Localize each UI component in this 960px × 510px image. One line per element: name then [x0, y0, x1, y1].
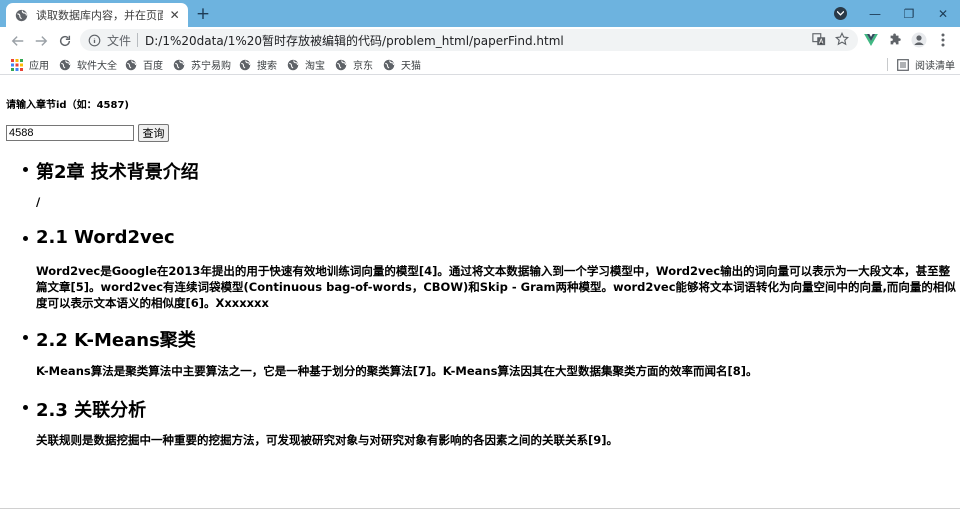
reload-button[interactable]: [55, 31, 75, 51]
address-bar[interactable]: 文件 D:/1%20data/1%20暂时存放被编辑的代码/problem_ht…: [80, 29, 858, 51]
arrow-right-icon: [35, 36, 48, 46]
bookmark-label: 搜索: [257, 61, 277, 72]
bookmark-taobao[interactable]: 淘宝: [287, 57, 325, 72]
minimize-button[interactable]: —: [858, 0, 892, 27]
reload-icon: [59, 35, 71, 47]
chapter-id-input[interactable]: [6, 125, 134, 141]
section-heading: 2.2 K-Means聚类: [23, 326, 196, 352]
page-content: 请输入章节id（如：4587) 查询 第2章 技术背景介绍 / 2.1 Word…: [0, 76, 960, 510]
browser-titlebar: 读取数据库内容，并在页面渲染 ✕ + — ❐ ✕: [0, 0, 960, 27]
translate-icon[interactable]: [810, 30, 828, 48]
browser-toolbar: 文件 D:/1%20data/1%20暂时存放被编辑的代码/problem_ht…: [0, 27, 960, 54]
bookmark-search[interactable]: 搜索: [239, 57, 277, 72]
list-bullet: [23, 167, 28, 172]
globe-icon: [383, 59, 395, 71]
bookmark-label: 百度: [143, 61, 163, 72]
kebab-menu-icon[interactable]: [934, 31, 952, 49]
bookmark-label: 天猫: [401, 61, 421, 72]
back-button[interactable]: [8, 31, 28, 51]
section-heading-text: 第2章 技术背景介绍: [36, 162, 199, 183]
globe-icon: [125, 59, 137, 71]
bookmarks-divider: [887, 58, 888, 71]
browser-tab[interactable]: 读取数据库内容，并在页面渲染 ✕: [6, 3, 188, 27]
globe-icon: [15, 9, 28, 22]
profile-avatar-icon[interactable]: [910, 31, 928, 49]
vue-devtools-icon[interactable]: [862, 31, 880, 49]
bookmark-apps[interactable]: 应用: [11, 57, 49, 72]
reading-list-label: 阅读清单: [915, 61, 955, 72]
forward-button[interactable]: [31, 31, 51, 51]
list-bullet: [23, 236, 28, 241]
section-heading: 第2章 技术背景介绍: [23, 158, 199, 184]
list-bullet: [23, 335, 28, 340]
bookmark-tmall[interactable]: 天猫: [383, 57, 421, 72]
list-bullet: [23, 405, 28, 410]
chapter-id-prompt: 请输入章节id（如：4587): [6, 100, 129, 111]
bookmark-suning[interactable]: 苏宁易购: [173, 57, 231, 72]
section-heading: 2.3 关联分析: [23, 396, 147, 422]
section-body: K-Means算法是聚类算法中主要算法之一，它是一种基于划分的聚类算法[7]。K…: [36, 364, 758, 378]
section-heading-text: 2.1 Word2vec: [36, 227, 175, 248]
section-body: /: [36, 195, 41, 209]
apps-grid-icon: [11, 58, 23, 71]
section-heading-text: 2.2 K-Means聚类: [36, 330, 196, 351]
globe-icon: [335, 59, 347, 71]
bookmark-label: 苏宁易购: [191, 61, 231, 72]
bookmark-label: 软件大全: [77, 61, 117, 72]
new-tab-button[interactable]: +: [193, 4, 213, 24]
bookmark-star-icon[interactable]: [833, 30, 851, 48]
section-body: Word2vec是Google在2013年提出的用于快速有效地训练词向量的模型[…: [36, 264, 956, 310]
extensions-puzzle-icon[interactable]: [886, 31, 904, 49]
reading-list-icon: [897, 58, 909, 71]
bookmark-jd[interactable]: 京东: [335, 57, 373, 72]
bookmark-label: 淘宝: [305, 61, 325, 72]
globe-icon: [59, 59, 71, 71]
query-button[interactable]: 查询: [138, 124, 169, 142]
section-heading-text: 2.3 关联分析: [36, 400, 147, 421]
arrow-left-icon: [11, 36, 24, 46]
reading-list-button[interactable]: 阅读清单: [897, 57, 955, 72]
tab-title: 读取数据库内容，并在页面渲染: [36, 9, 164, 22]
window-close-button[interactable]: ✕: [926, 0, 960, 27]
url-divider: [137, 33, 139, 47]
bookmarks-bar: 应用 软件大全 百度 苏宁易购 搜索 淘宝 京东 天猫 阅读清单: [0, 54, 960, 75]
tab-search-icon[interactable]: [834, 7, 847, 20]
window-bottom-edge: [0, 508, 960, 509]
info-icon[interactable]: [88, 34, 101, 47]
bookmark-software[interactable]: 软件大全: [59, 57, 117, 72]
globe-icon: [239, 59, 251, 71]
bookmark-baidu[interactable]: 百度: [125, 57, 163, 72]
globe-icon: [173, 59, 185, 71]
section-heading: 2.1 Word2vec: [23, 227, 175, 248]
section-body: 关联规则是数据挖掘中一种重要的挖掘方法，可发现被研究对象与对研究对象有影响的各因…: [36, 433, 619, 447]
url-text[interactable]: D:/1%20data/1%20暂时存放被编辑的代码/problem_html/…: [145, 32, 564, 49]
bookmark-label: 京东: [353, 61, 373, 72]
globe-icon: [287, 59, 299, 71]
url-scheme-label: 文件: [107, 33, 132, 48]
tab-close-icon[interactable]: ✕: [167, 7, 182, 23]
bookmark-label: 应用: [29, 61, 49, 72]
restore-button[interactable]: ❐: [892, 0, 926, 27]
